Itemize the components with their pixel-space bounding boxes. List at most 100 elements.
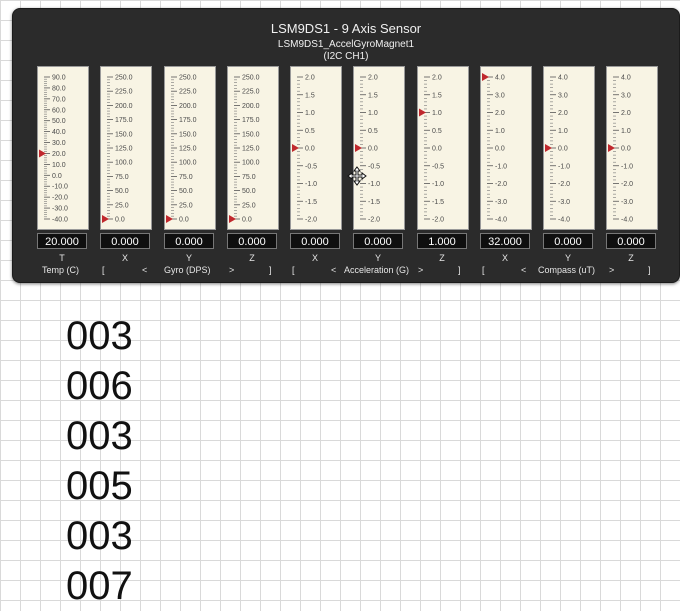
tick-label: -3.0 bbox=[621, 199, 633, 206]
gauge-marker bbox=[608, 144, 615, 152]
gauge-scale: 4.0 3.0 2.0 1.0 0.0 -1.0 -2.0 -3.0 -4.0 bbox=[545, 75, 570, 224]
tick-label: -1.0 bbox=[495, 163, 507, 170]
gauge-scale: 90.0 80.0 70.0 60.0 50.0 40.0 30.0 20.0 10.0 0.0 -… bbox=[39, 75, 68, 224]
readout-temp-t[interactable]: 20.000 bbox=[37, 233, 87, 249]
group-gyro-label: Gyro (DPS) bbox=[164, 265, 211, 275]
readout-gyro-z[interactable]: 0.000 bbox=[227, 233, 277, 249]
tick-label: -1.0 bbox=[305, 181, 317, 188]
tick-label: -1.0 bbox=[368, 181, 380, 188]
tick-label: 0.5 bbox=[432, 128, 442, 135]
tick-label: 4.0 bbox=[621, 75, 631, 82]
number-item: 003 bbox=[66, 414, 133, 458]
tick-label: 250.0 bbox=[115, 75, 133, 82]
group-accel-open-bracket: [ bbox=[292, 265, 295, 275]
tick-label: 100.0 bbox=[179, 160, 197, 167]
gauge-marker bbox=[419, 108, 426, 117]
tick-label: 1.0 bbox=[305, 110, 315, 117]
move-cursor-icon bbox=[347, 166, 367, 186]
tick-label: 0.0 bbox=[558, 146, 568, 153]
axis-label-temp-t: T bbox=[59, 253, 65, 263]
readout-accel-y[interactable]: 0.000 bbox=[353, 233, 403, 249]
tick-label: -1.0 bbox=[558, 163, 570, 170]
group-accel-prev[interactable]: < bbox=[331, 265, 336, 275]
readout-accel-z[interactable]: 1.000 bbox=[417, 233, 467, 249]
tick-label: 1.5 bbox=[368, 92, 378, 99]
group-temp-label: Temp (C) bbox=[42, 265, 80, 275]
readout-compass-z[interactable]: 0.000 bbox=[606, 233, 656, 249]
tick-label: 0.0 bbox=[115, 217, 125, 224]
tick-label: 100.0 bbox=[115, 160, 133, 167]
group-gyro-prev[interactable]: < bbox=[142, 265, 147, 275]
tick-label: 1.5 bbox=[305, 92, 315, 99]
tick-label: 25.0 bbox=[179, 202, 193, 209]
gauge-marker bbox=[39, 149, 46, 158]
tick-label: 1.0 bbox=[558, 128, 568, 135]
readout-compass-x[interactable]: 32.000 bbox=[480, 233, 530, 249]
readout-gyro-x[interactable]: 0.000 bbox=[100, 233, 150, 249]
sensor-panel[interactable]: LSM9DS1 - 9 Axis Sensor LSM9DS1_AccelGyr… bbox=[12, 8, 680, 283]
tick-label: 125.0 bbox=[115, 146, 133, 153]
tick-label: 225.0 bbox=[115, 89, 133, 96]
tick-label: 40.0 bbox=[52, 129, 66, 136]
tick-label: 25.0 bbox=[115, 202, 129, 209]
gauge-scale: 2.0 1.5 1.0 0.5 0.0 -0.5 -1.0 -1.5 -2.0 bbox=[419, 75, 444, 224]
tick-label: 2.0 bbox=[305, 75, 315, 82]
gauge-marker bbox=[355, 144, 362, 152]
number-item: 005 bbox=[66, 464, 133, 508]
tick-label: -1.5 bbox=[305, 199, 317, 206]
group-gyro-next[interactable]: > bbox=[229, 265, 234, 275]
tick-label: 25.0 bbox=[242, 202, 256, 209]
tick-label: 0.0 bbox=[52, 173, 62, 180]
tick-label: 200.0 bbox=[115, 103, 133, 110]
tick-label: -0.5 bbox=[368, 163, 380, 170]
tick-label: -4.0 bbox=[621, 217, 633, 224]
tick-label: -2.0 bbox=[495, 181, 507, 188]
group-compass-prev[interactable]: < bbox=[521, 265, 526, 275]
tick-label: -2.0 bbox=[368, 217, 380, 224]
tick-label: 175.0 bbox=[242, 117, 260, 124]
tick-label: 250.0 bbox=[179, 75, 197, 82]
gauge-gyro-z: 250.0 225.0 200.0 175.0 150.0 125.0 100.0 75.0 5… bbox=[227, 66, 279, 230]
tick-label: 125.0 bbox=[242, 146, 260, 153]
tick-label: 20.0 bbox=[52, 151, 66, 158]
gauge-scale: 2.0 1.5 1.0 0.5 0.0 -0.5 -1.0 -1.5 -2.0 bbox=[355, 75, 380, 224]
tick-label: 0.0 bbox=[432, 146, 442, 153]
tick-label: -1.0 bbox=[432, 181, 444, 188]
readout-accel-x[interactable]: 0.000 bbox=[290, 233, 340, 249]
tick-label: 50.0 bbox=[115, 188, 129, 195]
tick-label: -2.0 bbox=[621, 181, 633, 188]
tick-label: 2.0 bbox=[432, 75, 442, 82]
tick-label: 2.0 bbox=[368, 75, 378, 82]
group-compass-next[interactable]: > bbox=[609, 265, 614, 275]
tick-label: 10.0 bbox=[52, 162, 66, 169]
readout-compass-y[interactable]: 0.000 bbox=[543, 233, 593, 249]
tick-label: 175.0 bbox=[115, 117, 133, 124]
gauge-temp-t: 90.0 80.0 70.0 60.0 50.0 40.0 30.0 20.0 10.0 0.0 -… bbox=[37, 66, 89, 230]
tick-label: -3.0 bbox=[495, 199, 507, 206]
tick-label: 3.0 bbox=[621, 92, 631, 99]
tick-label: 75.0 bbox=[242, 174, 256, 181]
group-compass-open-bracket: [ bbox=[482, 265, 485, 275]
tick-label: 30.0 bbox=[52, 140, 66, 147]
axis-label-gyro-x: X bbox=[121, 253, 128, 263]
group-accel-label: Acceleration (G) bbox=[344, 265, 410, 275]
axis-label-accel-z: Z bbox=[439, 253, 445, 263]
tick-label: 75.0 bbox=[179, 174, 193, 181]
tick-label: 3.0 bbox=[495, 92, 505, 99]
tick-label: 75.0 bbox=[115, 174, 129, 181]
panel-title: LSM9DS1 - 9 Axis Sensor bbox=[270, 21, 422, 36]
axis-label-accel-x: X bbox=[311, 253, 318, 263]
gauge-accel-x: 2.0 1.5 1.0 0.5 0.0 -0.5 -1.0 -1.5 -2.0 bbox=[290, 66, 342, 230]
tick-label: 150.0 bbox=[242, 131, 260, 138]
tick-label: 0.5 bbox=[305, 128, 315, 135]
number-list: 003 006 003 005 003 007 bbox=[66, 311, 133, 611]
tick-label: 200.0 bbox=[242, 103, 260, 110]
tick-label: -0.5 bbox=[305, 163, 317, 170]
number-item: 003 bbox=[66, 314, 133, 358]
tick-label: 2.0 bbox=[621, 110, 631, 117]
tick-label: 60.0 bbox=[52, 107, 66, 114]
tick-label: 3.0 bbox=[558, 92, 568, 99]
readout-gyro-y[interactable]: 0.000 bbox=[164, 233, 214, 249]
tick-label: 0.0 bbox=[305, 146, 315, 153]
group-accel-next[interactable]: > bbox=[418, 265, 423, 275]
